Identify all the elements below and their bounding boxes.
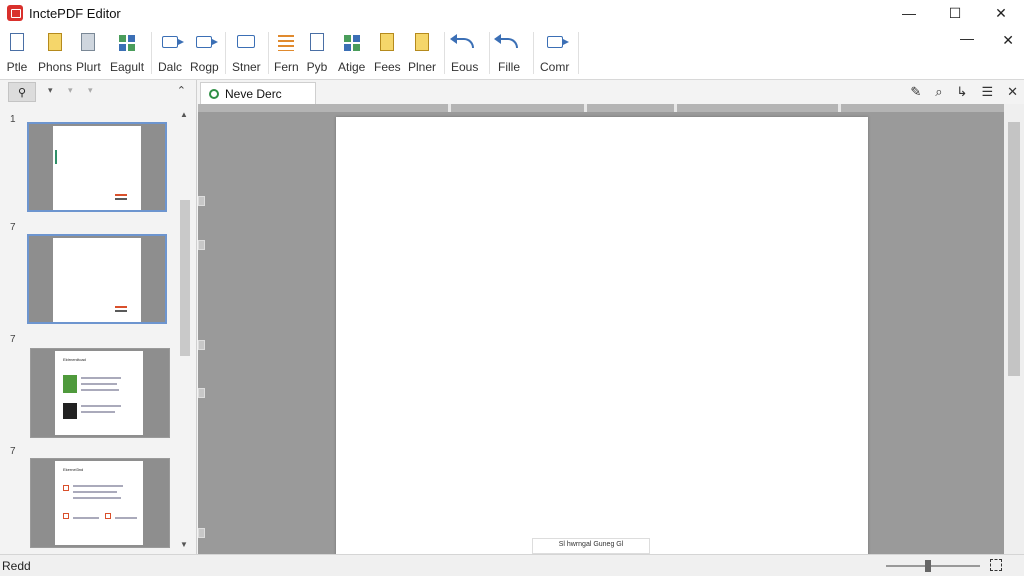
thumbnail-page-2[interactable] <box>27 234 167 324</box>
margin-marker <box>198 528 205 538</box>
chevron-down-icon[interactable]: ▾ <box>48 85 53 96</box>
tool-share-button[interactable]: Stner <box>232 30 261 76</box>
redirect-icon[interactable]: ↳ <box>957 84 968 100</box>
tool-print-button[interactable]: Plurt <box>76 30 101 76</box>
select-arrow-icon <box>162 36 184 48</box>
tool-pyb-button[interactable]: Pyb <box>306 30 328 76</box>
thumbnail-scroll-thumb[interactable] <box>180 200 190 356</box>
tab-actions: ✎ ⌕ ↳ ☰ ✕ <box>910 84 1018 100</box>
minimize-button[interactable]: — <box>886 0 932 26</box>
thumbnail-page-4[interactable]: Ekernel3nd <box>30 458 170 548</box>
title-bar: InctePDF Editor — ☐ ✕ <box>0 0 1024 26</box>
zoom-slider[interactable] <box>886 565 980 567</box>
maximize-button[interactable]: ☐ <box>932 0 978 26</box>
thumbnail-scrollbar[interactable] <box>178 108 190 552</box>
stack-icon <box>81 33 96 51</box>
image-edit-icon <box>48 33 63 51</box>
chevron-down-icon[interactable]: ▾ <box>68 85 73 96</box>
ribbon-separator <box>151 32 152 74</box>
menu-icon[interactable]: ☰ <box>981 84 993 100</box>
thumbnail-header-text: Ekernel3nd <box>63 467 84 472</box>
ribbon-separator <box>533 32 534 74</box>
tool-export-button[interactable]: Eagult <box>110 30 144 76</box>
thumbnail-number: 1 <box>10 114 16 125</box>
badge-doc-icon <box>310 33 324 51</box>
close-tab-icon[interactable]: ✕ <box>1007 84 1018 100</box>
ribbon-close-button[interactable]: ✕ <box>1002 32 1014 49</box>
tool-select-button[interactable]: Dalc <box>158 30 184 76</box>
tool-photos-button[interactable]: Phons <box>38 30 72 76</box>
collapse-panel-button[interactable]: ⌃ <box>177 84 186 97</box>
ribbon-separator <box>225 32 226 74</box>
scroll-down-icon[interactable]: ▼ <box>180 540 188 549</box>
thumbnail-header-text: Ektrnerdtoad <box>63 357 86 362</box>
share-icon <box>494 34 518 48</box>
tool-fees-button[interactable]: Fees <box>374 30 401 76</box>
top-ruler <box>198 104 1004 112</box>
tool-file-button[interactable]: Ptle <box>6 30 28 76</box>
document-tab-icon <box>209 88 219 99</box>
app-logo-icon <box>7 5 23 21</box>
document-scrollbar[interactable] <box>1004 104 1024 554</box>
ribbon-toolbar: Ptle Phons Plurt Eagult Dalc Rogp Stner … <box>0 26 1024 80</box>
zoom-slider-knob[interactable] <box>925 560 932 572</box>
page-icon <box>380 33 395 51</box>
status-bar: Redd <box>0 554 1024 576</box>
pen-doc-icon <box>415 33 429 51</box>
margin-marker <box>198 388 205 398</box>
thumbnail-view-button[interactable]: ⚲ <box>8 82 36 102</box>
thumbnail-panel: ⚲ ▾ ▾ ▾ ⌃ 1 7 7 Ektrnerdtoad 7 Ekernel3n… <box>0 80 197 554</box>
ribbon-separator <box>444 32 445 74</box>
margin-marker <box>198 196 205 206</box>
margin-marker <box>198 240 205 250</box>
chevron-down-icon[interactable]: ▾ <box>88 85 93 96</box>
thumbnail-number: 7 <box>10 446 16 457</box>
thumbnail-page-1[interactable] <box>27 122 167 212</box>
window-title: InctePDF Editor <box>29 5 121 21</box>
tab-document[interactable]: Neve Derc <box>200 82 316 104</box>
forward-icon <box>196 36 219 48</box>
document-page[interactable] <box>336 117 868 554</box>
undo-icon <box>449 34 474 48</box>
document-scroll-thumb[interactable] <box>1008 122 1020 376</box>
tab-label: Neve Derc <box>225 86 282 101</box>
tool-comm-button[interactable]: Comr <box>540 30 569 76</box>
tool-form-button[interactable]: Fern <box>274 30 299 76</box>
document-tab-bar: Neve Derc ✎ ⌕ ↳ ☰ ✕ <box>198 80 1024 104</box>
thumbnail-number: 7 <box>10 222 16 233</box>
grid-icon <box>343 35 360 51</box>
page-stamp: Sl hwrngal Guneg Gl <box>532 538 650 554</box>
fit-page-icon[interactable] <box>990 559 1002 571</box>
scroll-up-icon[interactable]: ▲ <box>180 110 188 119</box>
ribbon-separator <box>268 32 269 74</box>
tool-undo-button[interactable]: Eous <box>449 30 478 76</box>
find-icon[interactable]: ⌕ <box>935 84 942 100</box>
tool-hop-button[interactable]: Rogp <box>190 30 219 76</box>
thumbnail-page-3[interactable]: Ektrnerdtoad <box>30 348 170 438</box>
status-text: Redd <box>2 559 31 573</box>
window-controls: — ☐ ✕ <box>886 0 1024 26</box>
thumbnail-number: 7 <box>10 334 16 345</box>
document-canvas[interactable]: Sl hwrngal Guneg Gl <box>198 104 1004 554</box>
list-icon <box>278 35 295 51</box>
ribbon-separator <box>578 32 579 74</box>
edit-icon[interactable]: ✎ <box>910 84 921 100</box>
margin-marker <box>198 340 205 350</box>
tools-icon: ⚲ <box>17 86 27 99</box>
comment-icon <box>237 35 256 48</box>
ribbon-minimize-button[interactable]: — <box>960 30 974 46</box>
export-icon <box>546 36 569 48</box>
tool-place-button[interactable]: Plner <box>408 30 436 76</box>
document-icon <box>10 33 24 51</box>
tool-fille-button[interactable]: Fille <box>494 30 520 76</box>
ribbon-separator <box>489 32 490 74</box>
tool-arrange-button[interactable]: Atige <box>338 30 365 76</box>
crop-icon <box>119 35 136 51</box>
close-button[interactable]: ✕ <box>978 0 1024 26</box>
thumbnail-toolbar: ⚲ ▾ ▾ ▾ ⌃ <box>0 80 196 104</box>
